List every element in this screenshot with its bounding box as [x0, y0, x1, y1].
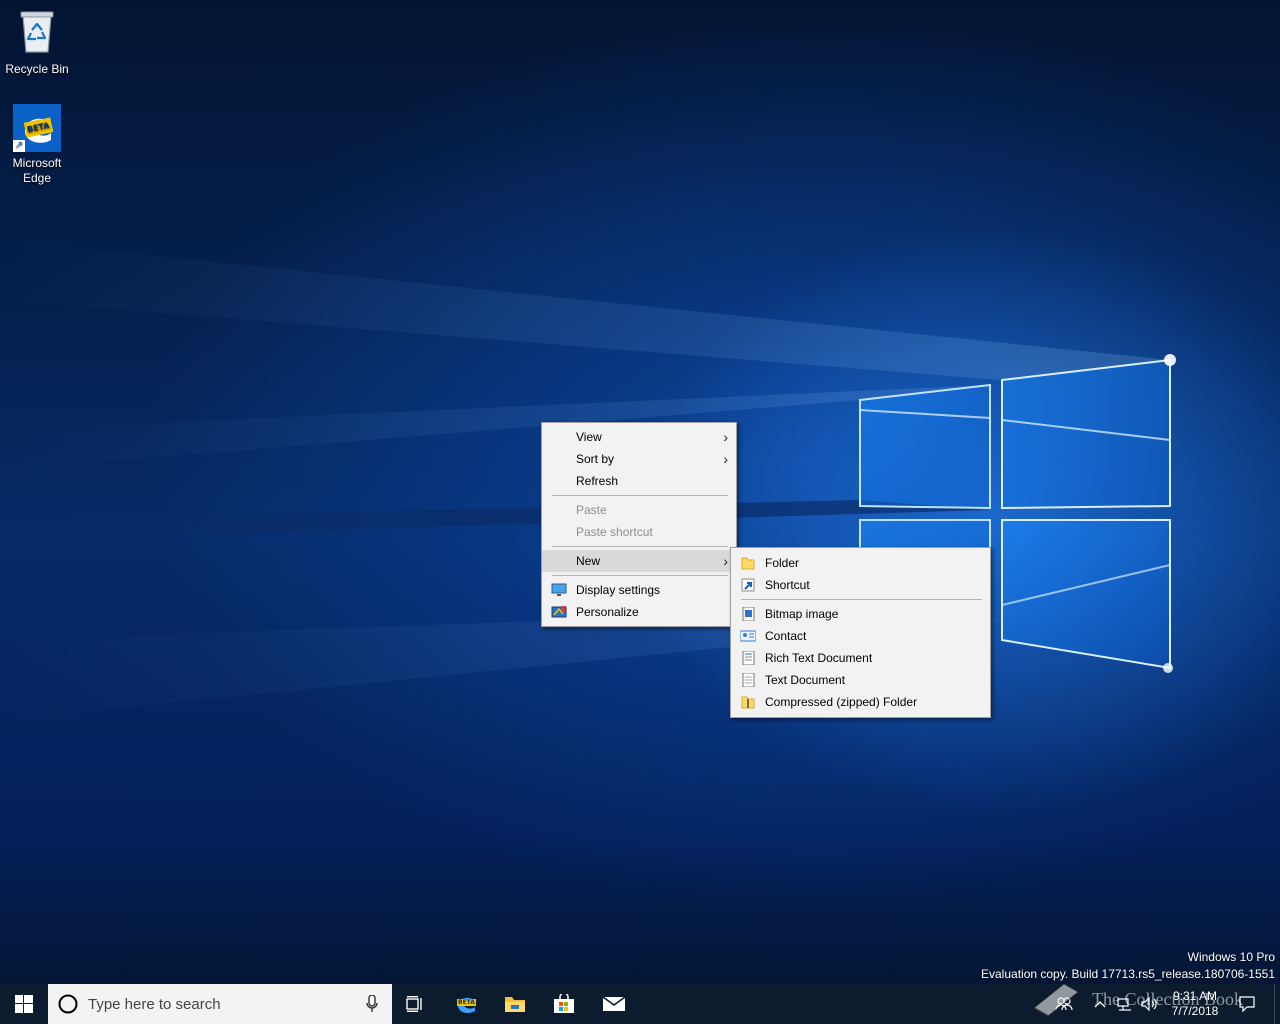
menu-separator — [741, 599, 982, 600]
search-placeholder: Type here to search — [88, 995, 221, 1013]
beta-badge: BETA — [457, 999, 476, 1006]
site-watermark-text: The Collection Book — [1092, 989, 1243, 1009]
menu-item-new[interactable]: New › — [542, 550, 736, 572]
menu-separator — [552, 575, 728, 576]
personalize-icon — [551, 606, 567, 618]
mail-envelope-icon — [602, 996, 626, 1011]
taskbar-search-box[interactable]: Type here to search — [48, 984, 392, 1024]
menu-item-label: Contact — [765, 629, 807, 643]
menu-item-label: New — [576, 554, 601, 568]
edge-beta-icon: BETA ↗ — [13, 104, 61, 152]
store-bag-icon — [554, 994, 574, 1013]
menu-item-display-settings[interactable]: Display settings — [542, 579, 736, 601]
menu-separator — [552, 495, 728, 496]
menu-separator — [552, 546, 728, 547]
new-submenu: Folder Shortcut Bitmap image Contact Ric… — [730, 547, 991, 718]
show-desktop-button[interactable] — [1274, 984, 1280, 1024]
windows-build-text: Evaluation copy. Build 17713.rs5_release… — [981, 967, 1275, 981]
text-document-icon — [742, 673, 755, 687]
task-view-button[interactable] — [392, 984, 440, 1024]
chevron-right-icon: › — [723, 429, 728, 445]
menu-item-new-bitmap-image[interactable]: Bitmap image — [731, 603, 990, 625]
microphone-icon[interactable] — [366, 995, 378, 1013]
taskbar: Type here to search BETA 9:31 AM 7/7/201… — [0, 984, 1280, 1024]
desktop-icon-label: Recycle Bin — [5, 62, 69, 76]
taskbar-mail-button[interactable] — [590, 984, 638, 1024]
menu-item-new-contact[interactable]: Contact — [731, 625, 990, 647]
windows-logo-icon — [15, 995, 33, 1013]
menu-item-paste[interactable]: Paste — [542, 499, 736, 521]
menu-item-label: Display settings — [576, 583, 661, 597]
folder-icon — [741, 557, 755, 570]
desktop-icon-recycle-bin[interactable]: Recycle Bin — [1, 8, 73, 77]
bitmap-icon — [742, 607, 755, 621]
menu-item-label: Shortcut — [765, 578, 810, 592]
windows-evaluation-watermark: Windows 10 Pro Evaluation copy. Build 17… — [981, 949, 1275, 983]
menu-item-paste-shortcut[interactable]: Paste shortcut — [542, 521, 736, 543]
menu-item-label: View — [576, 430, 602, 444]
shortcut-arrow-icon: ↗ — [13, 140, 25, 152]
menu-item-label: Compressed (zipped) Folder — [765, 695, 918, 709]
shortcut-icon — [741, 578, 755, 592]
file-explorer-icon — [505, 997, 525, 1012]
menu-item-refresh[interactable]: Refresh — [542, 470, 736, 492]
menu-item-personalize[interactable]: Personalize — [542, 601, 736, 623]
rtf-document-icon — [742, 651, 755, 665]
taskbar-store-button[interactable] — [540, 984, 588, 1024]
menu-item-label: Refresh — [576, 474, 619, 488]
menu-item-sort-by[interactable]: Sort by › — [542, 448, 736, 470]
contact-icon — [740, 630, 756, 642]
menu-item-new-folder[interactable]: Folder — [731, 552, 990, 574]
edge-beta-icon: BETA — [454, 992, 478, 1016]
desktop-icon-microsoft-edge[interactable]: BETA ↗ Microsoft Edge — [1, 104, 73, 186]
book-logo-icon — [1033, 983, 1079, 1017]
taskbar-file-explorer-button[interactable] — [491, 984, 539, 1024]
task-view-icon — [406, 996, 422, 1012]
menu-item-label: Paste — [576, 503, 607, 517]
monitor-icon — [551, 583, 567, 596]
desktop-context-menu: View › Sort by › Refresh Paste Paste sho… — [541, 422, 737, 627]
menu-item-label: Rich Text Document — [765, 651, 873, 665]
desktop-icon-label: Microsoft Edge — [12, 156, 62, 185]
menu-item-new-shortcut[interactable]: Shortcut — [731, 574, 990, 596]
menu-item-label: Sort by — [576, 452, 615, 466]
recycle-bin-icon — [20, 11, 54, 53]
menu-item-new-compressed-folder[interactable]: Compressed (zipped) Folder — [731, 691, 990, 713]
taskbar-edge-beta-button[interactable]: BETA — [442, 984, 490, 1024]
menu-item-view[interactable]: View › — [542, 426, 736, 448]
chevron-right-icon: › — [723, 553, 728, 569]
menu-item-label: Personalize — [576, 605, 639, 619]
menu-item-label: Bitmap image — [765, 607, 839, 621]
chevron-right-icon: › — [723, 451, 728, 467]
menu-item-new-rich-text-document[interactable]: Rich Text Document — [731, 647, 990, 669]
cortana-circle-icon — [58, 994, 78, 1014]
menu-item-new-text-document[interactable]: Text Document — [731, 669, 990, 691]
start-button[interactable] — [0, 984, 48, 1024]
menu-item-label: Text Document — [765, 673, 846, 687]
menu-item-label: Folder — [765, 556, 800, 570]
windows-edition-text: Windows 10 Pro — [1187, 950, 1275, 964]
menu-item-label: Paste shortcut — [576, 525, 653, 539]
zip-folder-icon — [741, 696, 755, 709]
